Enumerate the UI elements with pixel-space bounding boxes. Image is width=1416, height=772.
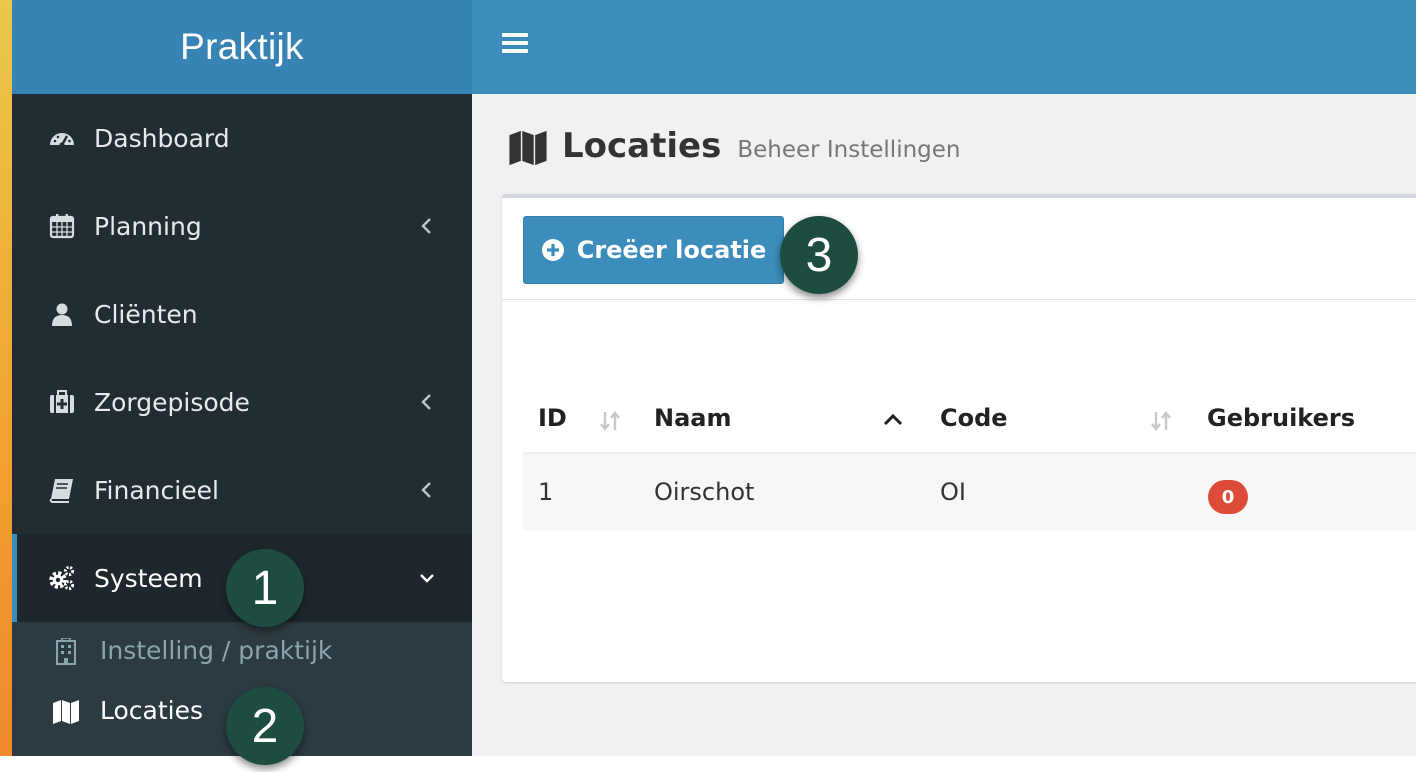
- chevron-down-icon: [420, 574, 434, 583]
- locations-box: Creëer locatie ID Naam Code Gebruikers 1…: [502, 194, 1416, 682]
- sidebar-item-financieel[interactable]: Financieel: [12, 446, 472, 534]
- step-marker-1: 1: [226, 549, 304, 627]
- step-marker-2: 2: [226, 687, 304, 765]
- top-navbar: [472, 0, 1416, 94]
- chevron-left-icon: [421, 218, 431, 234]
- sidebar-item-label: Cliënten: [94, 299, 198, 329]
- bottom-edge: [0, 756, 1416, 772]
- sidebar-item-clienten[interactable]: Cliënten: [12, 270, 472, 358]
- page-header: Locaties Beheer Instellingen: [508, 126, 961, 170]
- dashboard-icon: [50, 133, 74, 148]
- app-title: Praktijk: [180, 26, 304, 67]
- building-icon: [56, 638, 76, 665]
- sidebar: Dashboard Planning Cliënten Zorgepisode: [12, 94, 472, 756]
- column-header-id[interactable]: ID: [538, 404, 567, 432]
- sidebar-subitem-label: Locaties: [100, 696, 204, 725]
- table-row[interactable]: 1 Oirschot OI 0: [523, 454, 1416, 530]
- sort-asc-icon[interactable]: [881, 408, 905, 434]
- sidebar-item-dashboard[interactable]: Dashboard: [12, 94, 472, 182]
- create-location-label: Creëer locatie: [576, 236, 767, 264]
- column-header-gebruikers[interactable]: Gebruikers: [1207, 404, 1355, 432]
- calendar-icon: [49, 214, 75, 239]
- user-icon: [52, 303, 72, 326]
- gears-icon: [49, 565, 75, 591]
- table-header-row: ID Naam Code Gebruikers: [523, 386, 1416, 454]
- cell-code: OI: [940, 478, 966, 506]
- box-header: Creëer locatie: [502, 198, 1416, 300]
- sort-both-icon[interactable]: [598, 408, 622, 434]
- medkit-icon: [50, 390, 74, 413]
- sidebar-item-label: Financieel: [94, 475, 219, 505]
- sidebar-item-label: Dashboard: [94, 123, 230, 153]
- page-subtitle: Beheer Instellingen: [737, 137, 961, 163]
- sidebar-item-planning[interactable]: Planning: [12, 182, 472, 270]
- sidebar-subitem-label: Instelling / praktijk: [100, 636, 333, 665]
- sidebar-subitem-instelling[interactable]: Instelling / praktijk: [12, 622, 472, 682]
- sidebar-item-label: Zorgepisode: [94, 387, 250, 417]
- content-area: Locaties Beheer Instellingen Creëer loca…: [472, 94, 1416, 756]
- users-count-badge: 0: [1208, 480, 1248, 514]
- chevron-left-icon: [421, 394, 431, 410]
- create-location-button[interactable]: Creëer locatie: [523, 216, 784, 284]
- column-header-code[interactable]: Code: [940, 404, 1008, 432]
- plus-circle-icon: [541, 239, 564, 261]
- menu-toggle-icon[interactable]: [502, 33, 528, 57]
- app-logo[interactable]: Praktijk: [12, 0, 472, 94]
- column-header-naam[interactable]: Naam: [654, 404, 731, 432]
- sidebar-item-label: Systeem: [94, 563, 203, 593]
- book-icon: [49, 479, 73, 503]
- sidebar-item-zorgepisode[interactable]: Zorgepisode: [12, 358, 472, 446]
- sort-both-icon[interactable]: [1149, 408, 1173, 434]
- chevron-left-icon: [421, 482, 431, 498]
- map-icon: [509, 130, 547, 166]
- map-icon: [53, 700, 79, 724]
- step-marker-3: 3: [780, 216, 858, 294]
- window-edge-strip: [0, 0, 12, 756]
- page-title: Locaties: [562, 126, 722, 166]
- cell-naam: Oirschot: [654, 478, 755, 506]
- sidebar-item-label: Planning: [94, 211, 202, 241]
- locations-table: ID Naam Code Gebruikers 1 Oirschot OI 0: [523, 386, 1416, 530]
- cell-id: 1: [538, 478, 554, 506]
